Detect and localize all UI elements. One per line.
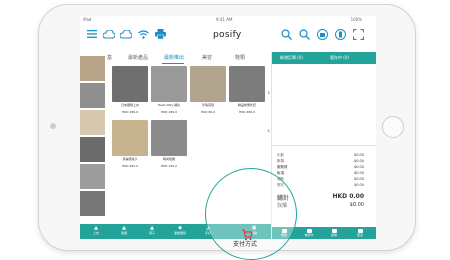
pay-label: 信用卡 — [304, 233, 314, 237]
tab-pending-orders[interactable]: 暫存中 (0) — [330, 55, 349, 61]
tablet-camera — [50, 123, 56, 129]
product-price: HKD 289.0 — [121, 110, 139, 114]
status-left: iPad — [83, 17, 92, 22]
summary-row: 稅項 $0.00 — [277, 171, 372, 176]
tab-new-order[interactable]: 新增訂單 (0) — [280, 55, 303, 61]
pay-label: 其他 — [330, 233, 337, 237]
pay-other-button[interactable]: 其他 — [324, 229, 344, 237]
product-name: 時尚短裙 — [162, 157, 175, 161]
summary-value: $0.00 — [353, 171, 364, 175]
collapse-panel-arrow-icon[interactable]: ‹ — [267, 126, 270, 135]
category-thumb[interactable] — [80, 83, 105, 108]
product-price: HKD 89.0 — [200, 110, 216, 114]
store-icon[interactable] — [315, 27, 329, 41]
product-image — [112, 66, 148, 102]
category-button[interactable]: ◆ 運動服裝 — [166, 225, 194, 238]
summary-label: 小計 — [277, 153, 284, 157]
fullscreen-icon[interactable] — [351, 27, 365, 41]
category-button[interactable]: ▲ 長褲 — [110, 225, 138, 238]
category-button[interactable]: ▲ 鞋子 — [138, 225, 166, 238]
product-name: 日本服飾上衣 — [120, 103, 139, 107]
next-page-arrow-icon[interactable]: › — [267, 88, 270, 97]
search-icon[interactable] — [297, 27, 311, 41]
summary-row: 總計 $0.00 — [277, 177, 372, 182]
summary-value: $0.00 — [353, 177, 364, 181]
tab-beauty[interactable]: 美容 — [202, 54, 212, 61]
product-card[interactable]: 日本服飾上衣 HKD 289.0 — [112, 66, 148, 118]
category-thumb[interactable] — [80, 137, 105, 162]
status-battery: 100% — [350, 17, 362, 22]
pay-card-button[interactable]: 信用卡 — [299, 229, 319, 237]
total-value: HKD 0.00 — [332, 193, 364, 200]
product-image — [229, 66, 265, 102]
tab-latest-products[interactable]: 最新產品 — [128, 54, 148, 61]
product-card[interactable]: 精品休閒外套 HKD 489.0 — [229, 66, 265, 118]
summary-row: 實收 $0.00 — [277, 183, 372, 188]
product-tabs: 基 最新產品 最新推出 美容 鞋類 — [90, 52, 275, 64]
product-card[interactable]: 珍珠耳環 HKD 89.0 — [190, 66, 226, 118]
cart-payment-icon[interactable] — [241, 226, 253, 241]
product-image — [151, 66, 187, 102]
user-account-icon[interactable] — [333, 27, 347, 41]
summary-label: 服務費 — [277, 165, 288, 169]
product-price: HKD 489.0 — [238, 110, 256, 114]
change-value: $0.00 — [349, 202, 364, 208]
order-panel-divider — [272, 145, 376, 146]
product-image — [112, 120, 148, 156]
order-panel-header: 新增訂單 (0) 暫存中 (0) — [272, 52, 376, 64]
category-image-strip — [80, 56, 106, 216]
summary-value: -$0.00 — [352, 159, 364, 163]
tab-new-arrivals[interactable]: 最新推出 — [164, 54, 184, 61]
pay-more-button[interactable]: 更多 — [350, 229, 370, 237]
summary-value: $0.00 — [353, 153, 364, 157]
wifi-icon[interactable] — [136, 27, 150, 41]
top-toolbar: posify — [80, 24, 376, 46]
product-price: HKD 150.0 — [160, 164, 178, 168]
payment-method-label[interactable]: 支付方式 — [233, 239, 257, 248]
scan-icon[interactable] — [279, 27, 293, 41]
summary-row: 服務費 $0.00 — [277, 165, 372, 170]
product-name: 英倫風靴子 — [122, 157, 138, 161]
category-label: 鞋子 — [148, 231, 155, 235]
category-thumb[interactable] — [80, 110, 105, 135]
category-label: 長褲 — [120, 231, 127, 235]
menu-icon[interactable] — [85, 27, 99, 41]
summary-label: 折扣 — [277, 159, 284, 163]
product-name: 珍珠耳環 — [201, 103, 214, 107]
summary-value: $0.00 — [353, 183, 364, 187]
status-time: 9:41 AM — [216, 17, 233, 22]
category-label: 上衣 — [92, 231, 99, 235]
summary-value: $0.00 — [353, 165, 364, 169]
cloud-upload-icon[interactable] — [119, 27, 133, 41]
pay-label: 更多 — [356, 233, 363, 237]
home-button[interactable] — [382, 116, 404, 138]
brand-logo: posify — [213, 30, 242, 40]
printer-icon[interactable] — [153, 27, 167, 41]
product-image — [190, 66, 226, 102]
product-price: HKD 690.0 — [121, 164, 139, 168]
summary-row: 小計 $0.00 — [277, 153, 372, 158]
product-card[interactable]: 時尚短裙 HKD 150.0 — [151, 120, 187, 172]
product-name: 精品休閒外套 — [237, 103, 256, 107]
category-thumb[interactable] — [80, 56, 105, 81]
tab-basic[interactable]: 基 — [107, 54, 112, 61]
active-tab-indicator — [162, 63, 184, 64]
category-label: 運動服裝 — [173, 231, 186, 235]
product-price: HKD 189.0 — [160, 110, 178, 114]
category-thumb[interactable] — [80, 164, 105, 189]
product-name: Hello Kitty 襯衫 — [157, 103, 181, 107]
category-button[interactable]: ▲ 上衣 — [82, 225, 110, 238]
summary-row: 折扣 -$0.00 — [277, 159, 372, 164]
tab-shoes[interactable]: 鞋類 — [235, 54, 245, 61]
cloud-sync-icon[interactable] — [102, 27, 116, 41]
product-image — [151, 120, 187, 156]
product-card[interactable]: 英倫風靴子 HKD 690.0 — [112, 120, 148, 172]
category-thumb[interactable] — [80, 191, 105, 216]
summary-label: 稅項 — [277, 171, 284, 175]
product-card[interactable]: Hello Kitty 襯衫 HKD 189.0 — [151, 66, 187, 118]
status-bar: iPad 9:41 AM 100% — [80, 16, 376, 23]
